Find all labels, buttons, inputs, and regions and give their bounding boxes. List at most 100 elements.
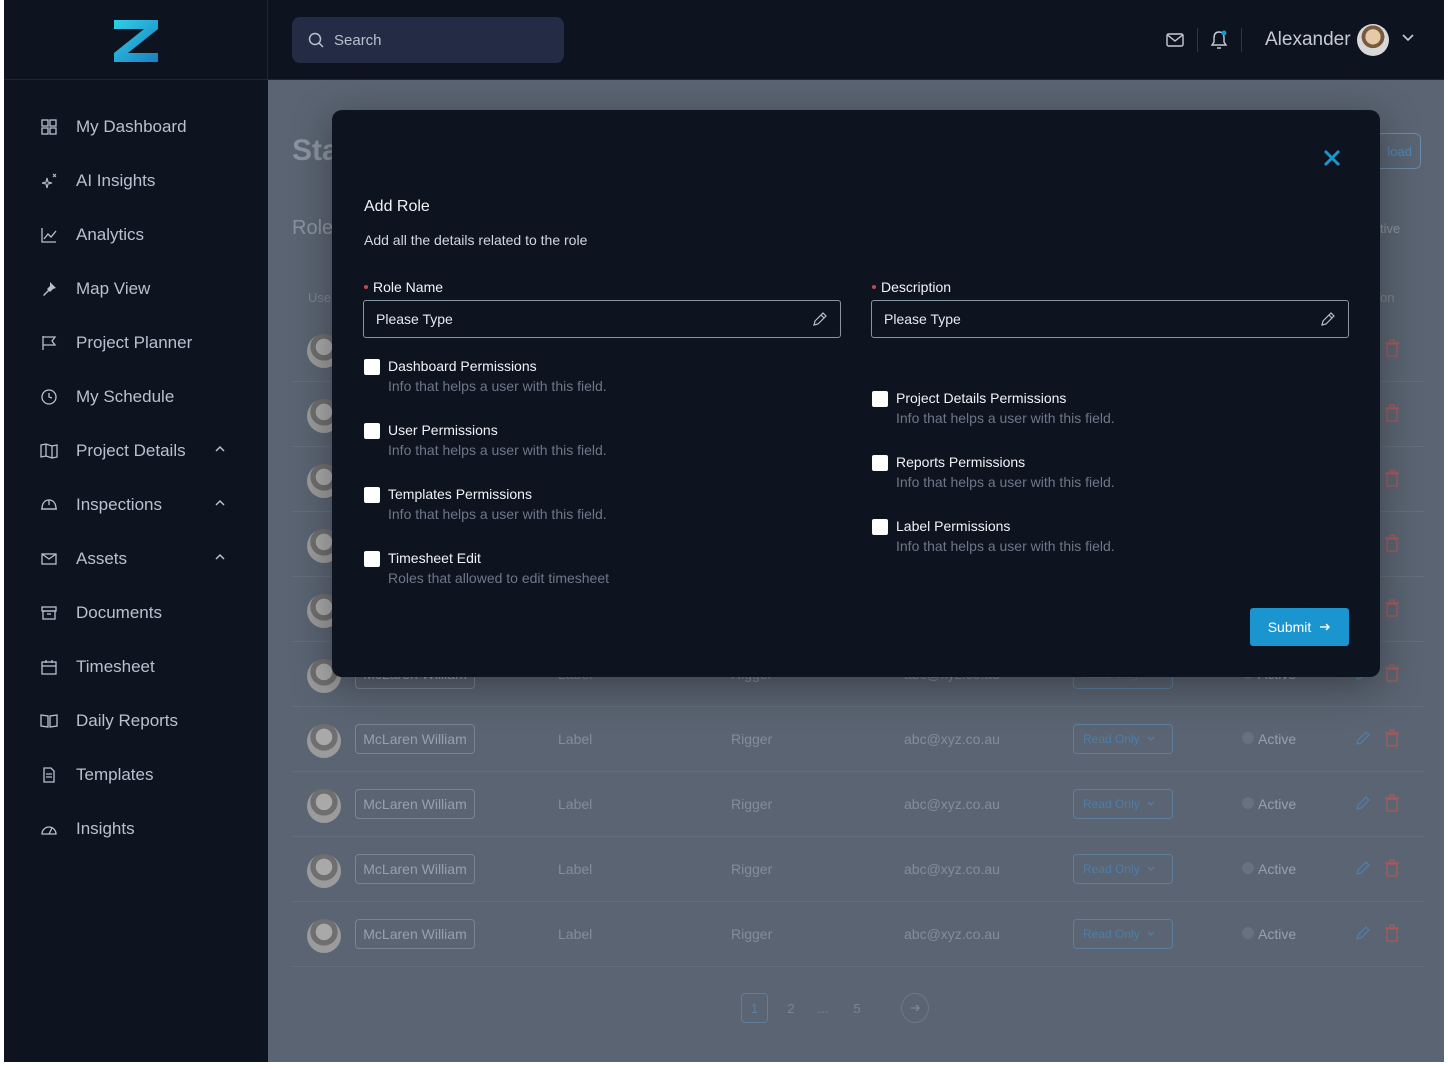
trash-icon[interactable] [1384, 729, 1400, 747]
page-2-button[interactable]: 2 [781, 993, 801, 1023]
sidebar-item-insights[interactable]: Insights [40, 817, 240, 841]
chevron-up-icon[interactable] [214, 443, 226, 455]
sidebar-item-label: AI Insights [76, 171, 156, 190]
chevron-down-icon[interactable] [1400, 30, 1416, 46]
chevron-down-icon [1147, 931, 1155, 936]
table-row[interactable]: McLaren William Label Rigger abc@xyz.co.au R… [292, 773, 1424, 837]
edit-icon[interactable] [1355, 925, 1371, 941]
avatar[interactable] [1357, 24, 1389, 56]
page-5-button[interactable]: 5 [847, 993, 867, 1023]
sparkle-icon [40, 172, 58, 190]
status-indicator [1242, 927, 1254, 939]
trash-icon[interactable] [1384, 534, 1400, 552]
sidebar-item-inspections[interactable]: Inspections [40, 493, 240, 517]
checkbox[interactable] [364, 487, 380, 503]
trash-icon[interactable] [1384, 469, 1400, 487]
chevron-up-icon[interactable] [214, 497, 226, 509]
role-name-input[interactable] [376, 311, 812, 327]
trash-icon[interactable] [1384, 924, 1400, 942]
description-field[interactable] [871, 300, 1349, 338]
label-cell: Label [558, 926, 593, 942]
user-name-cell[interactable]: McLaren William [355, 724, 475, 754]
label-permissions-option[interactable]: Label Permissions Info that helps a user… [872, 518, 1292, 559]
option-title: User Permissions [388, 422, 498, 438]
close-button[interactable] [1320, 146, 1344, 170]
role-cell: Rigger [731, 861, 773, 877]
trash-icon[interactable] [1384, 339, 1400, 357]
option-title: Reports Permissions [896, 454, 1026, 470]
archive-icon [40, 604, 58, 622]
edit-icon[interactable] [1355, 795, 1371, 811]
next-page-button[interactable] [901, 993, 929, 1023]
bell-icon[interactable] [1207, 28, 1231, 52]
upload-button[interactable]: load [1376, 133, 1421, 169]
sidebar-item-daily-reports[interactable]: Daily Reports [40, 709, 240, 733]
checkbox[interactable] [364, 423, 380, 439]
sidebar-item-label: Analytics [76, 225, 145, 244]
user-permissions-option[interactable]: User Permissions Info that helps a user … [364, 422, 784, 463]
permission-value: Read Only [1083, 797, 1140, 811]
chevron-down-icon [1147, 801, 1155, 806]
user-name-cell[interactable]: McLaren William [355, 854, 475, 884]
user-name-cell[interactable]: McLaren William [355, 919, 475, 949]
reports-permissions-option[interactable]: Reports Permissions Info that helps a us… [872, 454, 1292, 495]
description-input[interactable] [884, 311, 1320, 327]
search-placeholder: Search [334, 31, 382, 49]
divider [1241, 28, 1242, 52]
divider [1197, 28, 1198, 52]
modal-title: Add Role [364, 198, 430, 215]
status-indicator [1242, 862, 1254, 874]
sidebar-item-ai-insights[interactable]: AI Insights [40, 169, 240, 193]
sidebar-item-timesheet[interactable]: Timesheet [40, 655, 240, 679]
table-row[interactable]: McLaren William Label Rigger abc@xyz.co.au R… [292, 708, 1424, 772]
edit-icon[interactable] [1355, 860, 1371, 876]
trash-icon[interactable] [1384, 404, 1400, 422]
sidebar-item-my-schedule[interactable]: My Schedule [40, 385, 240, 409]
checkbox[interactable] [872, 455, 888, 471]
role-cell: Rigger [731, 731, 773, 747]
mail-icon[interactable] [1163, 28, 1187, 52]
search-bar[interactable]: Search [292, 17, 564, 63]
sidebar-item-analytics[interactable]: Analytics [40, 223, 240, 247]
sidebar-item-project-details[interactable]: Project Details [40, 439, 240, 463]
chevron-up-icon[interactable] [214, 551, 226, 563]
templates-permissions-option[interactable]: Templates Permissions Info that helps a … [364, 486, 784, 527]
trash-icon[interactable] [1384, 599, 1400, 617]
checkbox[interactable] [872, 519, 888, 535]
sidebar-item-templates[interactable]: Templates [40, 763, 240, 787]
sidebar-item-documents[interactable]: Documents [40, 601, 240, 625]
sidebar-item-assets[interactable]: Assets [40, 547, 240, 571]
status-badge: Active [1258, 861, 1297, 877]
dashboard-permissions-option[interactable]: Dashboard Permissions Info that helps a … [364, 358, 784, 399]
checkbox[interactable] [872, 391, 888, 407]
option-title: Dashboard Permissions [388, 358, 537, 374]
email-cell: abc@xyz.co.au [904, 861, 1000, 877]
trash-icon[interactable] [1384, 859, 1400, 877]
checkbox[interactable] [364, 551, 380, 567]
table-row[interactable]: McLaren William Label Rigger abc@xyz.co.au R… [292, 903, 1424, 967]
project-details-permissions-option[interactable]: Project Details Permissions Info that he… [872, 390, 1292, 431]
submit-button[interactable]: Submit [1250, 608, 1349, 646]
avatar [307, 854, 341, 888]
trash-icon[interactable] [1384, 794, 1400, 812]
role-name-field[interactable] [363, 300, 841, 338]
map-book-icon [40, 442, 58, 460]
permission-dropdown[interactable]: Read Only [1073, 724, 1173, 754]
status-badge: Active [1258, 926, 1297, 942]
user-name[interactable]: Alexander [1265, 29, 1351, 51]
checkbox[interactable] [364, 359, 380, 375]
edit-icon[interactable] [1355, 730, 1371, 746]
permission-dropdown[interactable]: Read Only [1073, 789, 1173, 819]
permission-dropdown[interactable]: Read Only [1073, 919, 1173, 949]
timesheet-edit-option[interactable]: Timesheet Edit Roles that allowed to edi… [364, 550, 784, 591]
active-filter: tive [1380, 221, 1401, 236]
page-1-button[interactable]: 1 [741, 993, 768, 1023]
logo[interactable] [114, 20, 158, 62]
user-name-cell[interactable]: McLaren William [355, 789, 475, 819]
permission-dropdown[interactable]: Read Only [1073, 854, 1173, 884]
trash-icon[interactable] [1384, 664, 1400, 682]
sidebar-item-my-dashboard[interactable]: My Dashboard [40, 115, 240, 139]
sidebar-item-map-view[interactable]: Map View [40, 277, 240, 301]
sidebar-item-project-planner[interactable]: Project Planner [40, 331, 240, 355]
table-row[interactable]: McLaren William Label Rigger abc@xyz.co.au R… [292, 838, 1424, 902]
